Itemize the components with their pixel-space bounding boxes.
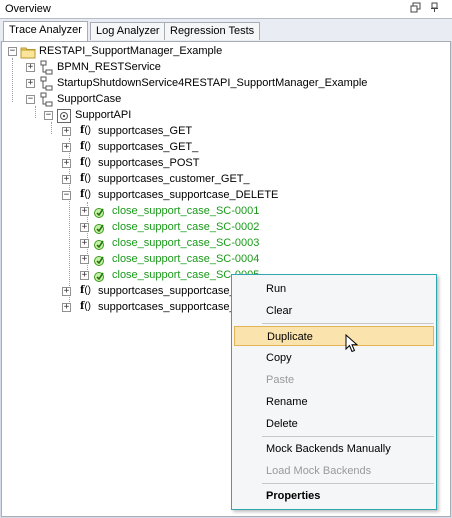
tab-trace-analyzer[interactable]: Trace Analyzer xyxy=(3,21,88,41)
test-case-icon xyxy=(92,268,108,284)
service-icon xyxy=(38,92,54,108)
tree-node-api[interactable]: − SupportAPI xyxy=(42,108,342,124)
tab-log-analyzer[interactable]: Log Analyzer xyxy=(90,22,166,40)
function-icon: f() xyxy=(80,189,91,200)
tree-node-test-case[interactable]: + close_support_case_SC-0001 xyxy=(78,204,378,220)
expand-icon[interactable]: + xyxy=(26,79,35,88)
menu-item-properties[interactable]: Properties xyxy=(234,486,434,506)
tree-label: supportcases_GET xyxy=(98,125,193,137)
expand-icon[interactable]: + xyxy=(62,175,71,184)
expand-icon[interactable]: + xyxy=(62,303,71,312)
menu-item-run[interactable]: Run xyxy=(234,279,434,299)
collapse-icon[interactable]: − xyxy=(62,191,71,200)
tree-label: RESTAPI_SupportManager_Example xyxy=(39,45,223,57)
mouse-cursor-icon xyxy=(345,333,359,357)
context-menu: Run Clear Duplicate Copy Paste Rename De… xyxy=(231,274,437,510)
tree-label: supportcases_POST xyxy=(98,157,200,169)
expand-icon[interactable]: + xyxy=(80,239,89,248)
menu-separator xyxy=(262,483,434,484)
tree-label: close_support_case_SC-0004 xyxy=(112,253,260,265)
test-case-icon xyxy=(92,220,108,236)
expand-icon[interactable]: + xyxy=(62,143,71,152)
collapse-icon[interactable]: − xyxy=(8,47,17,56)
tree-label: close_support_case_SC-0003 xyxy=(112,237,260,249)
collapse-icon[interactable]: − xyxy=(26,95,35,104)
tree-label: SupportCase xyxy=(57,93,122,105)
tree-node-service[interactable]: + BPMN_RESTService xyxy=(24,60,324,76)
expand-icon[interactable]: + xyxy=(80,271,89,280)
restore-icon[interactable] xyxy=(409,2,422,15)
tree-node-test-case[interactable]: + close_support_case_SC-0003 xyxy=(78,236,378,252)
expand-icon[interactable]: + xyxy=(26,63,35,72)
tree-node-operation[interactable]: + f() supportcases_GET_ xyxy=(60,140,360,156)
tree-node-service[interactable]: + StartupShutdownService4RESTAPI_Support… xyxy=(24,76,444,92)
function-icon: f() xyxy=(80,125,91,136)
window-title: Overview xyxy=(5,3,51,15)
test-case-icon xyxy=(92,204,108,220)
menu-item-clear[interactable]: Clear xyxy=(234,301,434,321)
menu-item-paste: Paste xyxy=(266,374,295,386)
menu-separator xyxy=(262,436,434,437)
service-icon xyxy=(38,76,54,92)
tab-bar: Trace Analyzer Log Analyzer Regression T… xyxy=(0,19,452,41)
tree-label: close_support_case_SC-0001 xyxy=(112,205,260,217)
service-icon xyxy=(38,60,54,76)
title-bar: Overview xyxy=(0,0,452,19)
menu-item-load-mock-backends: Load Mock Backends xyxy=(266,465,372,477)
expand-icon[interactable]: + xyxy=(80,223,89,232)
menu-item-mock-backends-manually[interactable]: Mock Backends Manually xyxy=(234,439,434,459)
function-icon: f() xyxy=(80,157,91,168)
function-icon: f() xyxy=(80,301,91,312)
tree-label: supportcases_supportcase_ xyxy=(98,301,236,313)
expand-icon[interactable]: + xyxy=(62,159,71,168)
tree-label: SupportAPI xyxy=(75,109,132,121)
menu-item-rename[interactable]: Rename xyxy=(234,392,434,412)
tree-label: supportcases_supportcase_DELETE xyxy=(98,189,279,201)
tree-node-service[interactable]: − SupportCase xyxy=(24,92,324,108)
test-case-icon xyxy=(92,236,108,252)
tree-node-operation[interactable]: + f() supportcases_GET xyxy=(60,124,360,140)
pin-icon[interactable] xyxy=(428,2,441,15)
tree-label: supportcases_customer_GET_ xyxy=(98,173,250,185)
menu-item-duplicate[interactable]: Duplicate xyxy=(234,326,434,346)
tree-label: StartupShutdownService4RESTAPI_SupportMa… xyxy=(57,77,368,89)
function-icon: f() xyxy=(80,141,91,152)
collapse-icon[interactable]: − xyxy=(44,111,53,120)
tree-node-operation[interactable]: + f() supportcases_POST xyxy=(60,156,360,172)
tree-node-test-case[interactable]: + close_support_case_SC-0002 xyxy=(78,220,378,236)
tree-node-operation[interactable]: − f() supportcases_supportcase_DELETE xyxy=(60,188,400,204)
tree-node-operation[interactable]: + f() supportcases_customer_GET_ xyxy=(60,172,360,188)
menu-item-delete[interactable]: Delete xyxy=(234,414,434,434)
menu-separator xyxy=(262,323,434,324)
expand-icon[interactable]: + xyxy=(80,255,89,264)
test-case-icon xyxy=(92,252,108,268)
tree-label: supportcases_supportcase_ xyxy=(98,285,236,297)
project-folder-icon xyxy=(20,44,36,60)
tree-label: BPMN_RESTService xyxy=(57,61,161,73)
tree-label: supportcases_GET_ xyxy=(98,141,199,153)
api-port-icon xyxy=(56,108,72,124)
expand-icon[interactable]: + xyxy=(62,287,71,296)
tab-regression-tests[interactable]: Regression Tests xyxy=(164,22,261,40)
tree-node-test-case[interactable]: + close_support_case_SC-0004 xyxy=(78,252,378,268)
tree-node-root[interactable]: − RESTAPI_SupportManager_Example xyxy=(6,44,306,60)
function-icon: f() xyxy=(80,285,91,296)
expand-icon[interactable]: + xyxy=(80,207,89,216)
menu-item-copy[interactable]: Copy xyxy=(234,348,434,368)
function-icon: f() xyxy=(80,173,91,184)
tree-label: close_support_case_SC-0002 xyxy=(112,221,260,233)
expand-icon[interactable]: + xyxy=(62,127,71,136)
